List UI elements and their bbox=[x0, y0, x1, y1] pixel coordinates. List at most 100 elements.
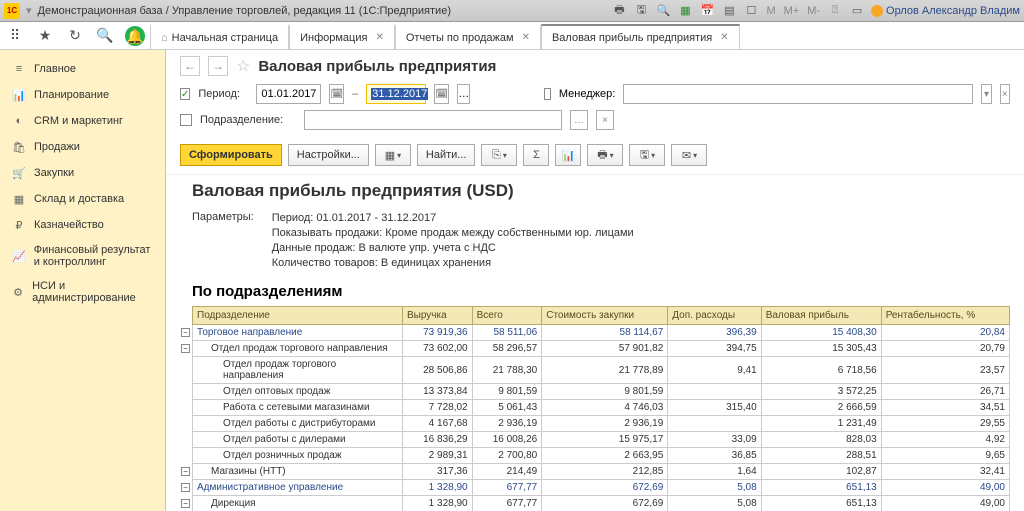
sidebar-item-7[interactable]: 📈Финансовый результат и контроллинг bbox=[0, 238, 165, 274]
sidebar-item-2[interactable]: ◐CRM и маркетинг bbox=[0, 108, 165, 134]
cell: 4 167,68 bbox=[403, 416, 473, 432]
back-button[interactable]: ← bbox=[180, 56, 200, 76]
table-row[interactable]: −Магазины (НТТ)317,36214,49212,851,64102… bbox=[193, 464, 1010, 480]
date-from-input[interactable]: 01.01.2017 bbox=[256, 84, 321, 104]
col-header[interactable]: Выручка bbox=[403, 307, 473, 325]
view-mode-button[interactable]: ▦▾ bbox=[375, 144, 411, 166]
table-row[interactable]: Работа с сетевыми магазинами7 728,025 06… bbox=[193, 400, 1010, 416]
cell: 651,13 bbox=[761, 480, 881, 496]
cell: 2 666,59 bbox=[761, 400, 881, 416]
col-header[interactable]: Рентабельность, % bbox=[881, 307, 1009, 325]
table-row[interactable]: −Торговое направление73 919,3658 511,065… bbox=[193, 325, 1010, 341]
notifications-icon[interactable]: 🔔 bbox=[125, 26, 145, 46]
table-row[interactable]: −Административное управление1 328,90677,… bbox=[193, 480, 1010, 496]
settings-button[interactable]: Настройки... bbox=[288, 144, 369, 166]
sidebar-item-4[interactable]: 🛒Закупки bbox=[0, 160, 165, 186]
tree-toggle-icon[interactable]: − bbox=[181, 499, 190, 508]
print-button[interactable]: 🖶▾ bbox=[587, 144, 623, 166]
col-header[interactable]: Валовая прибыль bbox=[761, 307, 881, 325]
user-menu[interactable]: Орлов Александр Владим bbox=[871, 5, 1020, 17]
tab-sales-reports[interactable]: Отчеты по продажам✕ bbox=[395, 24, 541, 49]
favorite-star-icon[interactable]: ☆ bbox=[236, 56, 250, 76]
sidebar-item-label: НСИ и администрирование bbox=[32, 280, 153, 304]
sidebar-item-1[interactable]: 📊Планирование bbox=[0, 82, 165, 108]
expand-icon[interactable]: ▭ bbox=[849, 3, 865, 19]
tree-toggle-icon[interactable]: − bbox=[181, 483, 190, 492]
find-button[interactable]: Найти... bbox=[417, 144, 476, 166]
period-ellipsis-button[interactable]: … bbox=[457, 84, 470, 104]
table-row[interactable]: Отдел работы с дилерами16 836,2916 008,2… bbox=[193, 432, 1010, 448]
generate-button[interactable]: Сформировать bbox=[180, 144, 282, 166]
send-button[interactable]: ✉▾ bbox=[671, 144, 707, 166]
tab-gross-profit[interactable]: Валовая прибыль предприятия✕ bbox=[541, 24, 740, 49]
division-clear-button[interactable]: × bbox=[596, 110, 614, 130]
cell: 28 506,86 bbox=[403, 357, 473, 384]
table-row[interactable]: Отдел продаж торгового направления28 506… bbox=[193, 357, 1010, 384]
zoom-label[interactable]: M bbox=[765, 3, 776, 19]
save-icon[interactable]: 🖫 bbox=[633, 3, 649, 19]
search-nav-icon[interactable]: 🔍 bbox=[90, 22, 120, 49]
sidebar-item-3[interactable]: 🛍Продажи bbox=[0, 134, 165, 160]
manager-clear-button[interactable]: × bbox=[1000, 84, 1010, 104]
manager-checkbox[interactable] bbox=[544, 88, 551, 100]
tree-toggle-icon[interactable]: − bbox=[181, 328, 190, 337]
params-label: Параметры: bbox=[192, 211, 254, 271]
division-ellipsis-button[interactable]: … bbox=[570, 110, 588, 130]
app-logo: 1C bbox=[4, 3, 20, 19]
window-icon[interactable]: ☐ bbox=[743, 3, 759, 19]
sidebar-item-5[interactable]: ▦Склад и доставка bbox=[0, 186, 165, 212]
favorites-icon[interactable]: ★ bbox=[30, 22, 60, 49]
table-row[interactable]: Отдел работы с дистрибуторами4 167,682 9… bbox=[193, 416, 1010, 432]
cell: 6 718,56 bbox=[761, 357, 881, 384]
title-dropdown-icon[interactable]: ▾ bbox=[26, 4, 32, 17]
cell: 672,69 bbox=[542, 496, 668, 511]
date-to-calendar-icon[interactable]: 🗓 bbox=[434, 84, 449, 104]
tree-toggle-icon[interactable]: − bbox=[181, 344, 190, 353]
grid-icon[interactable]: ▤ bbox=[721, 3, 737, 19]
division-input[interactable] bbox=[304, 110, 562, 130]
tab-home[interactable]: ⌂Начальная страница bbox=[150, 24, 289, 49]
tab-info[interactable]: Информация✕ bbox=[289, 24, 395, 49]
close-icon[interactable]: ✕ bbox=[522, 32, 530, 43]
search-icon[interactable]: 🔍 bbox=[655, 3, 671, 19]
history-icon[interactable]: ↻ bbox=[60, 22, 90, 49]
zoom-out-icon[interactable]: M- bbox=[806, 3, 821, 19]
manager-input[interactable] bbox=[623, 84, 973, 104]
zoom-in-icon[interactable]: M+ bbox=[783, 3, 801, 19]
cell: 2 700,80 bbox=[472, 448, 542, 464]
date-to-input[interactable]: 31.12.2017 bbox=[366, 84, 426, 104]
row-name: −Дирекция bbox=[193, 496, 403, 511]
sum-button[interactable]: Σ bbox=[523, 144, 549, 166]
table-row[interactable]: −Дирекция1 328,90677,77672,695,08651,134… bbox=[193, 496, 1010, 511]
table-icon[interactable]: ▦ bbox=[677, 3, 693, 19]
sidebar-item-6[interactable]: ₽Казначейство bbox=[0, 212, 165, 238]
close-icon[interactable]: ✕ bbox=[720, 32, 728, 43]
apps-icon[interactable]: ⠿ bbox=[0, 22, 30, 49]
manager-label: Менеджер: bbox=[559, 88, 615, 100]
sidebar-item-0[interactable]: ≡Главное bbox=[0, 56, 165, 82]
col-header[interactable]: Всего bbox=[472, 307, 542, 325]
manager-dropdown-icon[interactable]: ▾ bbox=[981, 84, 991, 104]
close-icon[interactable]: ✕ bbox=[375, 32, 383, 43]
cell: 20,79 bbox=[881, 341, 1009, 357]
table-row[interactable]: −Отдел продаж торгового направления73 60… bbox=[193, 341, 1010, 357]
forward-button[interactable]: → bbox=[208, 56, 228, 76]
col-header[interactable]: Подразделение bbox=[193, 307, 403, 325]
col-header[interactable]: Стоимость закупки bbox=[542, 307, 668, 325]
col-header[interactable]: Доп. расходы bbox=[668, 307, 761, 325]
help-icon[interactable]: ⍰ bbox=[827, 3, 843, 19]
period-checkbox[interactable] bbox=[180, 88, 190, 100]
table-row[interactable]: Отдел розничных продаж2 989,312 700,802 … bbox=[193, 448, 1010, 464]
expand-groups-button[interactable]: ⎘▾ bbox=[481, 144, 517, 166]
print-icon[interactable]: 🖶 bbox=[611, 3, 627, 19]
save-report-button[interactable]: 🖫▾ bbox=[629, 144, 665, 166]
division-checkbox[interactable] bbox=[180, 114, 192, 126]
calendar-icon[interactable]: 📅 bbox=[699, 3, 715, 19]
chart-button[interactable]: 📊 bbox=[555, 144, 581, 166]
tree-toggle-icon[interactable]: − bbox=[181, 467, 190, 476]
table-row[interactable]: Отдел оптовых продаж13 373,849 801,599 8… bbox=[193, 384, 1010, 400]
cell: 288,51 bbox=[761, 448, 881, 464]
sidebar-item-8[interactable]: ⚙НСИ и администрирование bbox=[0, 274, 165, 310]
date-from-calendar-icon[interactable]: 🗓 bbox=[329, 84, 344, 104]
period-dash: – bbox=[352, 88, 358, 100]
